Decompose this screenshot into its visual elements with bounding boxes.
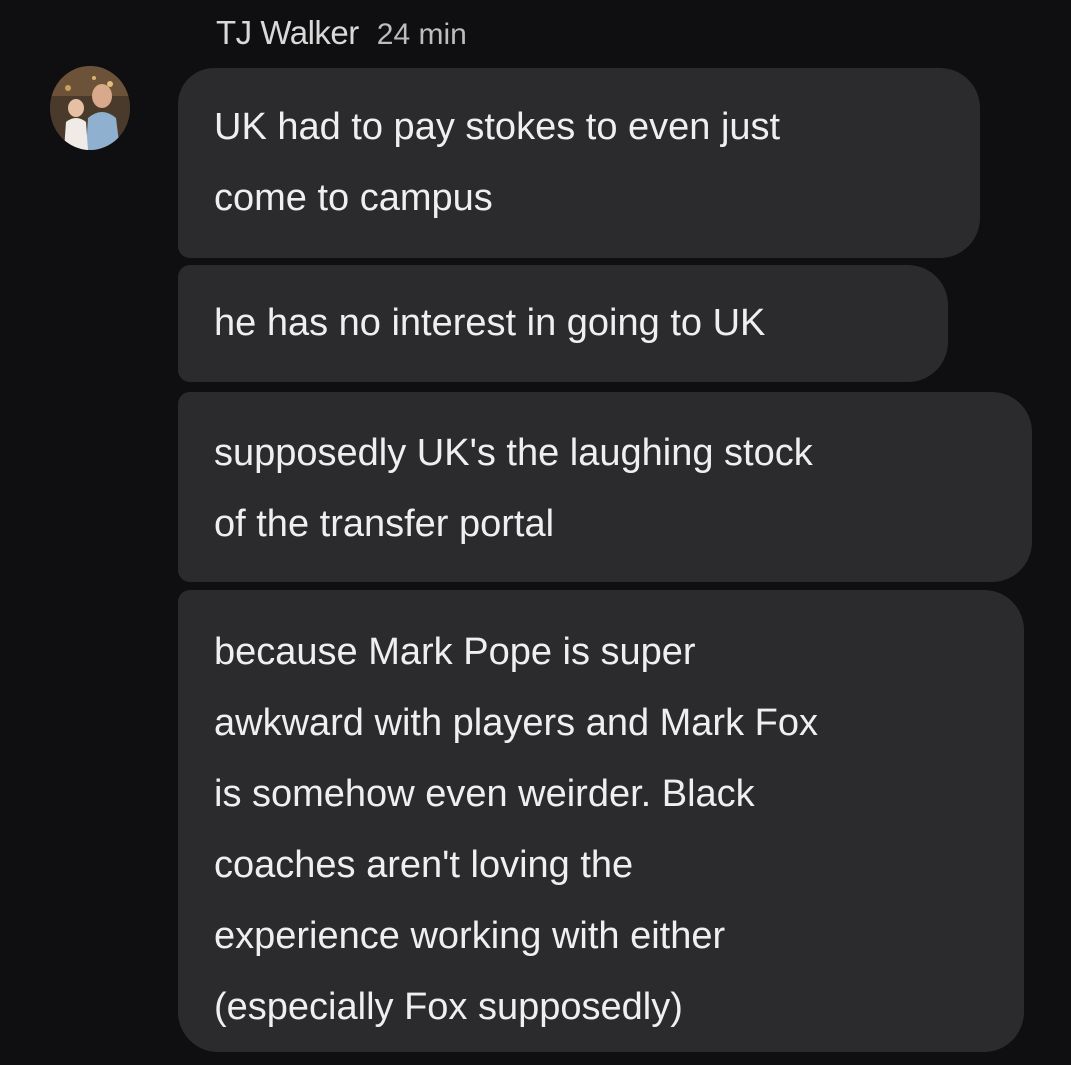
message-line: because Mark Pope is super: [214, 631, 696, 673]
sender-avatar[interactable]: [50, 66, 130, 150]
sender-name[interactable]: TJ Walker: [216, 14, 359, 52]
message-line: experience working with either: [214, 915, 726, 957]
message-line: UK had to pay stokes to even just: [214, 106, 781, 148]
avatar-photo-icon: [50, 66, 130, 150]
message-line: awkward with players and Mark Fox: [214, 702, 818, 744]
message-timestamp: 24 min: [376, 18, 467, 51]
message-line: come to campus: [214, 177, 493, 219]
message-line: supposedly UK's the laughing stock: [214, 432, 813, 474]
message-bubble[interactable]: UK had to pay stokes to even just come t…: [178, 68, 980, 258]
message-line: he has no interest in going to UK: [214, 302, 766, 344]
message-bubble[interactable]: because Mark Pope is super awkward with …: [178, 590, 1024, 1052]
message-line: of the transfer portal: [214, 503, 555, 545]
message-line: (especially Fox supposedly): [214, 986, 683, 1028]
message-line: coaches aren't loving the: [214, 844, 634, 886]
message-line: is somehow even weirder. Black: [214, 773, 755, 815]
message-header: TJ Walker 24 min: [216, 14, 467, 52]
message-bubble[interactable]: he has no interest in going to UK: [178, 265, 948, 382]
message-bubble[interactable]: supposedly UK's the laughing stock of th…: [178, 392, 1032, 582]
